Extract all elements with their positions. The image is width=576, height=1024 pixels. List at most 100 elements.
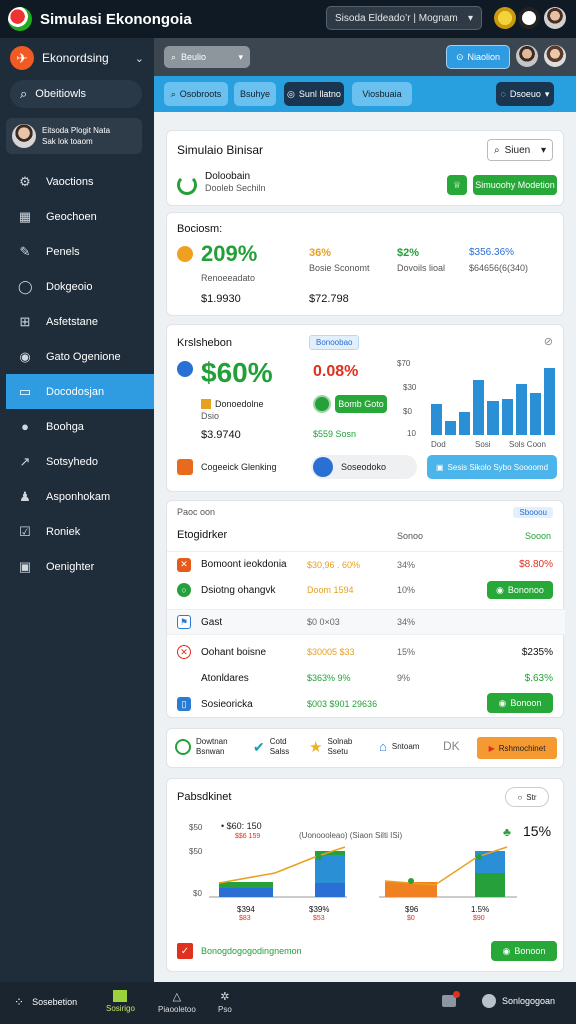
title-search-dropdown[interactable]: Sisoda Eldeado’r | Mognam ▾ [326,6,482,30]
kpi-footer-1[interactable]: Cogeeick Glenking [177,455,277,479]
strip-text: Cotd Salss [270,737,290,757]
sidebar-item-penels[interactable]: ✎ Penels [0,234,154,269]
title-search-text: Sisoda Eldeado’r | Mognam [335,12,458,24]
image-icon: ▣ [18,558,32,574]
simulation-card: Simulaio Binisar ⌕ Siuen ▾ Doloobain Doole… [166,130,564,206]
sidebar-item-asponhokam[interactable]: ♟ Asponhokam [0,479,154,514]
sidebar-search[interactable]: ⌕ Obeitiowls [10,80,142,108]
sidebar-item-gato-ogenione[interactable]: ◉ Gato Ogenione [0,339,154,374]
table-row[interactable]: Atonldares $363% 9% 9% $.63% [167,665,565,691]
budget-col3-pct: $356.36% [469,247,515,258]
bottom-right[interactable]: Sonlogogoan [482,994,555,1008]
bottom-tab-pso[interactable]: ✲ Pso [218,990,232,1014]
filter-dsoeuo[interactable]: ◌ Dsoeuo ▾ [496,82,554,106]
gear-icon: ⚙ [19,173,31,189]
strip-item-d[interactable]: ⌂ Sntoam [379,739,419,754]
kpi-bar [487,401,499,435]
circle-check-icon[interactable] [313,395,331,413]
strip-item-c[interactable]: ★ Solnab Ssetu [309,737,352,757]
sidebar-item-dokgeoio[interactable]: ◯ Dokgeoio [0,269,154,304]
sidebar-item-boohga[interactable]: ● Boohga [0,409,154,444]
check-icon: ☑ [19,523,31,539]
perf-action-button[interactable]: ◉ Bonoon [491,941,557,961]
top-pill-dropdown[interactable]: ⌕ Beulio ▾ [164,46,250,68]
bottom-tab-piaooletoo[interactable]: △ Piaooletoo [158,990,196,1014]
wrench-icon: ↗ [19,453,31,469]
star-icon: ★ [309,739,323,756]
bottom-tab-sosirigo[interactable]: Sosirigo [106,990,135,1013]
simulate-button[interactable]: Simuoohy Modetion [473,175,557,195]
perf-footer[interactable]: ✓ Bonogdogogodingnemon [177,943,302,959]
table-row[interactable]: ⚑ Gast $0 0×03 34% [167,609,565,635]
user-icon [482,994,496,1008]
strip-item-e[interactable]: DK [443,739,460,753]
plane-icon: ✈ [10,46,34,70]
link-icon[interactable]: ⊘ [544,335,553,348]
sidebar-item-asfetstane[interactable]: ⊞ Asfetstane [0,304,154,339]
sidebar-item-geochoen[interactable]: ▦ Geochoen [0,199,154,234]
sidebar-item-sotsyhedo[interactable]: ↗ Sotsyhedo [0,444,154,479]
strip-action-button[interactable]: ▶ Rshmochinet [477,737,557,759]
top-action-button[interactable]: ⊙ Niaolion [446,45,510,69]
table-row[interactable]: ▯ Sosieoricka $003 $901 29636 ◉ Bonoon [167,691,565,717]
user-line-2: Sak lok toaom [42,137,93,146]
brand-selector[interactable]: ✈ Ekonordsing ⌄ [0,38,154,78]
sidebar-item-label: Vaoctions [46,175,94,188]
dropdown-label: Siuen [504,144,531,156]
row-button-label: Bonoon [510,698,542,708]
chevron-down-icon: ▾ [544,88,550,99]
user-avatar[interactable] [516,45,538,67]
strip-item-b[interactable]: ✔ Cotd Salss [253,737,289,757]
row-action-button[interactable]: ◉ Bononoo [487,581,553,599]
kpi-bar-chart: $70 $30 $0 10 Dod Sosi Sols Coon [397,353,557,449]
filter-viosbuaia[interactable]: Viosbuaia [352,82,412,106]
kpi-footer-2[interactable]: Soseodoko [311,455,417,479]
table-row[interactable]: ✕ Oohant boisne $30005 $33 15% $235% [167,639,565,665]
kpi-bar [529,393,541,435]
kpi-goto-button[interactable]: Bomb Goto [335,395,387,413]
pen-icon: ✎ [19,243,31,259]
kpi-axis-top: $70 [397,359,411,368]
perf-x3: $96 [405,905,419,914]
search-icon: ⌕ [20,86,28,101]
row-name: Sosieoricka [201,698,253,710]
leaf-icon: ✔ [253,738,265,755]
filter-osobroots[interactable]: ⌕ Osobroots [164,82,228,106]
coin-icon[interactable] [494,7,516,29]
gauge-icon[interactable] [518,7,540,29]
strip-line: Salss [269,747,290,756]
simulation-dropdown[interactable]: ⌕ Siuen ▾ [487,139,553,161]
simulation-subline: Dooleb Sechiln [205,183,266,193]
table-tag: Sbooou [513,507,553,518]
budget-col1-sub: Bosie Sconomt [309,263,370,273]
row-action-button[interactable]: ◉ Bonoon [487,693,553,713]
bottom-left[interactable]: ⁘ Sosebetion [14,995,77,1009]
app-title: Simulasi Ekonongoia [40,10,192,28]
kpi-bars [431,357,555,435]
avatar [12,124,36,148]
kpi-footer-3-button[interactable]: ▣ Sesis Sikolo Sybo Soooomd [427,455,557,479]
bell-icon: ◌ [500,89,506,99]
document-icon: ▯ [177,697,191,711]
filter-bsuhye[interactable]: Bsuhye [234,82,276,106]
row-name: Oohant boisne [201,646,267,658]
circle-icon: ◎ [287,88,295,99]
user-card[interactable]: Eitsoda Plogit Nata Sak lok toaom [6,118,142,154]
sidebar-item-oenighter[interactable]: ▣ Oenighter [0,549,154,584]
table-row[interactable]: ✕ Bomoont ieokdonia $30,96 . 60% 34% $8.… [167,551,565,577]
user-avatar[interactable] [544,7,566,29]
sidebar-item-vaoctions[interactable]: ⚙ Vaoctions [0,164,154,199]
trophy-icon[interactable]: ♕ [447,175,467,195]
notification-icon[interactable] [442,991,460,1007]
sidebar-item-roniek[interactable]: ☑ Roniek [0,514,154,549]
circle-icon: ◉ [496,584,504,595]
user-avatar[interactable] [544,45,566,67]
kpi-red-value: 0.08% [313,363,359,380]
bank-icon: ⌂ [379,739,387,754]
strip-item-a[interactable]: Dowtnan Bsnwan [175,737,228,757]
sidebar-item-docodosjan[interactable]: ▭ Docodosjan [6,374,154,409]
table-row[interactable]: ○ Dsiotng ohangvk Doom 1594 10% ◉ Bononoo [167,577,565,603]
filter-sunl-llatno[interactable]: ◎ Sunl llatno [284,82,344,106]
kpi-x1: Dod [431,440,446,449]
strip-line: Ssetu [327,747,348,756]
